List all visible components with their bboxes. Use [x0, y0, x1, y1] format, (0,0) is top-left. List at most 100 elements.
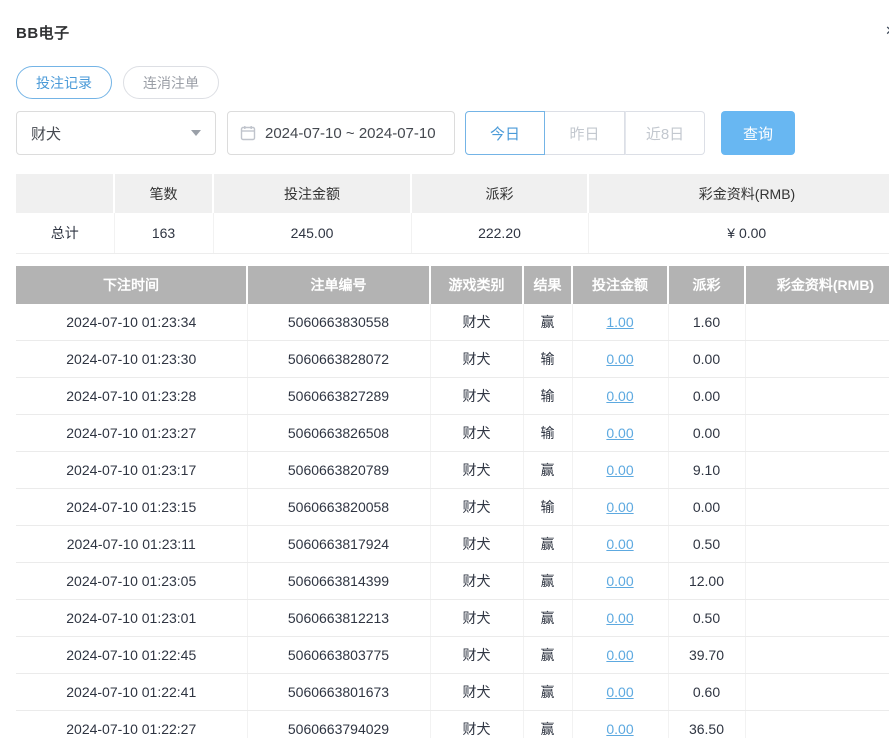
cell-bet-amount: 0.00 — [572, 341, 668, 378]
game-select[interactable]: 财犬 — [16, 111, 216, 155]
cell-bet-time: 2024-07-10 01:22:41 — [16, 674, 247, 711]
summary-header-bonus: 彩金资料(RMB) — [588, 174, 889, 213]
summary-header-bet-amount: 投注金额 — [213, 174, 411, 213]
cell-bet-amount: 0.00 — [572, 600, 668, 637]
summary-total-payout: 222.20 — [411, 213, 588, 253]
bet-amount-link[interactable]: 0.00 — [606, 721, 633, 737]
summary-table-container: 笔数 投注金额 派彩 彩金资料(RMB) 总计 163 245.00 222.2… — [16, 174, 889, 254]
cell-bonus — [745, 415, 889, 452]
cell-order-id: 5060663820789 — [247, 452, 430, 489]
cell-payout: 36.50 — [668, 711, 745, 738]
summary-total-row: 总计 163 245.00 222.20 ¥ 0.00 — [16, 213, 889, 253]
cell-game-type: 财犬 — [430, 489, 523, 526]
cell-bet-time: 2024-07-10 01:23:15 — [16, 489, 247, 526]
cell-order-id: 5060663814399 — [247, 563, 430, 600]
bet-amount-link[interactable]: 0.00 — [606, 425, 633, 441]
cell-bet-time: 2024-07-10 01:23:11 — [16, 526, 247, 563]
cell-bonus — [745, 526, 889, 563]
close-icon[interactable]: ✕ — [885, 24, 889, 37]
cell-payout: 0.60 — [668, 674, 745, 711]
cell-payout: 0.00 — [668, 341, 745, 378]
cell-payout: 0.00 — [668, 415, 745, 452]
cell-order-id: 5060663828072 — [247, 341, 430, 378]
page-title: BB电子 — [16, 22, 889, 43]
cell-game-type: 财犬 — [430, 378, 523, 415]
cell-bonus — [745, 452, 889, 489]
tab-bet-records[interactable]: 投注记录 — [16, 66, 112, 99]
tab-cancelled-orders[interactable]: 连消注单 — [123, 66, 219, 99]
cell-order-id: 5060663826508 — [247, 415, 430, 452]
cell-result: 赢 — [523, 304, 572, 341]
table-row: 2024-07-10 01:23:05 5060663814399 财犬 赢 0… — [16, 563, 889, 600]
cell-payout: 0.00 — [668, 378, 745, 415]
cell-result: 赢 — [523, 674, 572, 711]
cell-result: 赢 — [523, 526, 572, 563]
bet-amount-link[interactable]: 0.00 — [606, 610, 633, 626]
yesterday-button[interactable]: 昨日 — [545, 111, 625, 155]
cell-order-id: 5060663820058 — [247, 489, 430, 526]
summary-total-label: 总计 — [16, 213, 114, 253]
cell-result: 赢 — [523, 563, 572, 600]
header-bonus: 彩金资料(RMB) — [745, 266, 889, 304]
bet-amount-link[interactable]: 0.00 — [606, 647, 633, 663]
filter-bar: 财犬 2024-07-10 ~ 2024-07-10 今日 昨日 近8日 查询 — [16, 111, 889, 155]
cell-bonus — [745, 378, 889, 415]
bet-amount-link[interactable]: 0.00 — [606, 684, 633, 700]
table-row: 2024-07-10 01:22:45 5060663803775 财犬 赢 0… — [16, 637, 889, 674]
cell-result: 输 — [523, 378, 572, 415]
bet-table: 下注时间 注单编号 游戏类别 结果 投注金额 派彩 彩金资料(RMB) 2024… — [16, 266, 889, 738]
cell-result: 赢 — [523, 637, 572, 674]
bet-amount-link[interactable]: 0.00 — [606, 351, 633, 367]
cell-result: 输 — [523, 415, 572, 452]
cell-result: 赢 — [523, 600, 572, 637]
cell-bet-time: 2024-07-10 01:23:30 — [16, 341, 247, 378]
bet-amount-link[interactable]: 0.00 — [606, 462, 633, 478]
cell-payout: 1.60 — [668, 304, 745, 341]
search-button[interactable]: 查询 — [721, 111, 795, 155]
cell-game-type: 财犬 — [430, 674, 523, 711]
table-row: 2024-07-10 01:23:28 5060663827289 财犬 输 0… — [16, 378, 889, 415]
bet-amount-link[interactable]: 1.00 — [606, 314, 633, 330]
table-row: 2024-07-10 01:23:34 5060663830558 财犬 赢 1… — [16, 304, 889, 341]
quick-date-button-group: 今日 昨日 近8日 — [465, 111, 705, 155]
cell-order-id: 5060663830558 — [247, 304, 430, 341]
cell-game-type: 财犬 — [430, 711, 523, 738]
summary-header-payout: 派彩 — [411, 174, 588, 213]
date-range-input[interactable]: 2024-07-10 ~ 2024-07-10 — [227, 111, 455, 155]
bet-amount-link[interactable]: 0.00 — [606, 499, 633, 515]
bet-amount-link[interactable]: 0.00 — [606, 388, 633, 404]
cell-bet-amount: 1.00 — [572, 304, 668, 341]
cell-game-type: 财犬 — [430, 637, 523, 674]
table-row: 2024-07-10 01:23:30 5060663828072 财犬 输 0… — [16, 341, 889, 378]
cell-bet-amount: 0.00 — [572, 563, 668, 600]
cell-bet-time: 2024-07-10 01:23:28 — [16, 378, 247, 415]
cell-game-type: 财犬 — [430, 563, 523, 600]
cell-game-type: 财犬 — [430, 341, 523, 378]
header-order-id: 注单编号 — [247, 266, 430, 304]
cell-game-type: 财犬 — [430, 415, 523, 452]
last8days-button[interactable]: 近8日 — [625, 111, 705, 155]
bet-amount-link[interactable]: 0.00 — [606, 573, 633, 589]
summary-header-row: 笔数 投注金额 派彩 彩金资料(RMB) — [16, 174, 889, 213]
cell-payout: 12.00 — [668, 563, 745, 600]
cell-bet-amount: 0.00 — [572, 526, 668, 563]
table-row: 2024-07-10 01:23:11 5060663817924 财犬 赢 0… — [16, 526, 889, 563]
header-result: 结果 — [523, 266, 572, 304]
cell-result: 输 — [523, 341, 572, 378]
table-row: 2024-07-10 01:23:01 5060663812213 财犬 赢 0… — [16, 600, 889, 637]
bet-amount-link[interactable]: 0.00 — [606, 536, 633, 552]
summary-header-blank — [16, 174, 114, 213]
date-range-value: 2024-07-10 ~ 2024-07-10 — [265, 125, 436, 142]
cell-game-type: 财犬 — [430, 600, 523, 637]
tab-bar: 投注记录 连消注单 — [16, 66, 889, 99]
summary-total-count: 163 — [114, 213, 213, 253]
cell-order-id: 5060663794029 — [247, 711, 430, 738]
cell-order-id: 5060663827289 — [247, 378, 430, 415]
game-select-value: 财犬 — [31, 123, 61, 144]
cell-bet-time: 2024-07-10 01:23:01 — [16, 600, 247, 637]
summary-total-bet-amount: 245.00 — [213, 213, 411, 253]
table-row: 2024-07-10 01:22:27 5060663794029 财犬 赢 0… — [16, 711, 889, 738]
today-button[interactable]: 今日 — [465, 111, 545, 155]
cell-bet-amount: 0.00 — [572, 415, 668, 452]
cell-bet-amount: 0.00 — [572, 637, 668, 674]
